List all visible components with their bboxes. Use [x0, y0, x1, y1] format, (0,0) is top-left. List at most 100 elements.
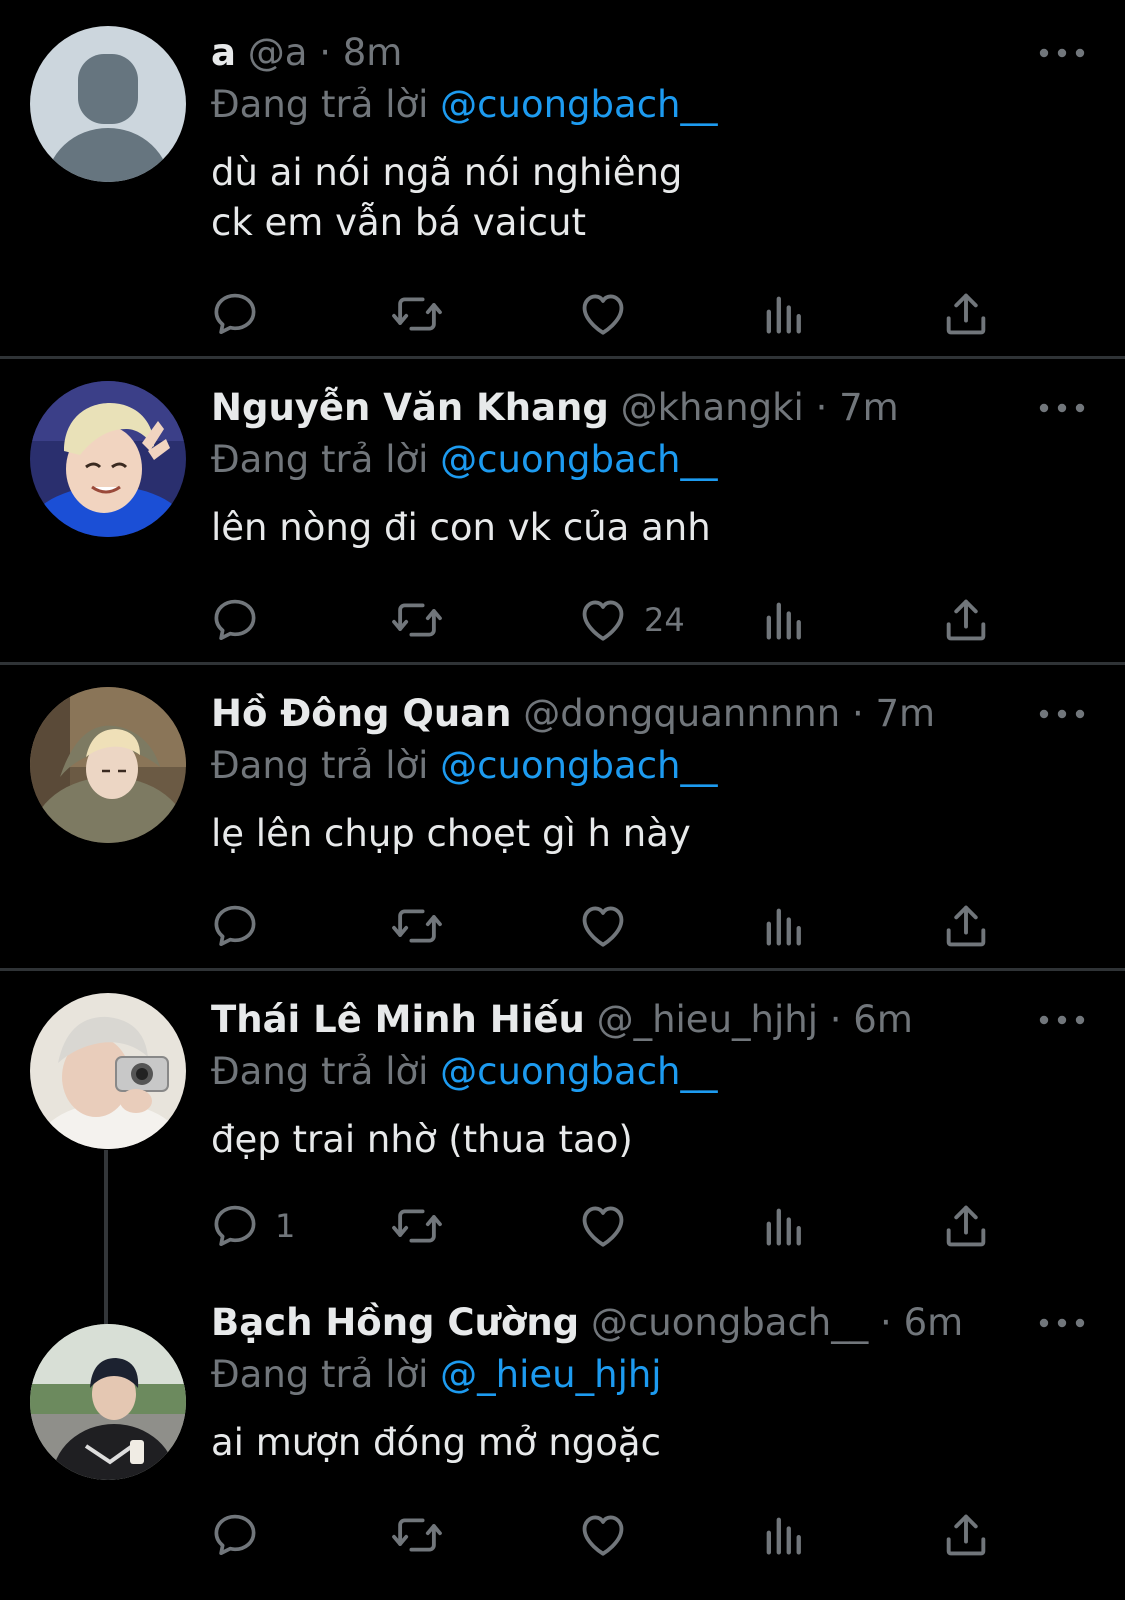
reply-button[interactable] — [209, 898, 275, 954]
display-name[interactable]: Bạch Hồng Cường — [211, 1301, 579, 1344]
retweet-button[interactable] — [390, 592, 458, 648]
tweet-header: Bạch Hồng Cường @cuongbach__ · 6m — [211, 1297, 1005, 1349]
retweet-button[interactable] — [390, 1198, 458, 1254]
like-button[interactable]: 24 — [576, 592, 685, 648]
username[interactable]: @dongquannnnn — [523, 692, 840, 735]
separator: · — [829, 998, 842, 1041]
display-name[interactable]: Thái Lê Minh Hiếu — [211, 998, 585, 1041]
reply-button[interactable] — [209, 592, 275, 648]
more-options-icon[interactable] — [1038, 704, 1086, 724]
views-button[interactable] — [758, 898, 810, 954]
avatar[interactable] — [30, 993, 186, 1149]
views-button[interactable] — [758, 286, 810, 342]
heart-icon — [576, 1508, 630, 1562]
replying-to: Đang trả lời @cuongbach__ — [211, 434, 718, 486]
separator: · — [880, 1301, 892, 1344]
retweet-icon — [390, 593, 444, 647]
timestamp[interactable]: 6m — [853, 998, 913, 1041]
more-options-icon[interactable] — [1038, 1010, 1086, 1030]
avatar[interactable] — [30, 1324, 186, 1480]
profile-photo-icon — [30, 381, 186, 537]
like-button[interactable] — [576, 1198, 644, 1254]
views-button[interactable] — [758, 592, 810, 648]
like-button[interactable] — [576, 898, 644, 954]
avatar[interactable] — [30, 381, 186, 537]
share-button[interactable] — [940, 898, 992, 954]
avatar[interactable] — [30, 687, 186, 843]
views-button[interactable] — [758, 1507, 810, 1563]
reply-count: 1 — [275, 1207, 296, 1245]
reply-icon — [209, 900, 261, 952]
tweet-actions — [0, 286, 1125, 342]
views-button[interactable] — [758, 1198, 810, 1254]
retweet-icon — [390, 287, 444, 341]
reply-icon — [209, 594, 261, 646]
more-options-icon[interactable] — [1038, 398, 1086, 418]
mention-link[interactable]: @cuongbach__ — [440, 83, 717, 126]
display-name[interactable]: Hồ Đông Quan — [211, 692, 512, 735]
tweet-actions: 24 — [0, 592, 1125, 648]
mention-link[interactable]: @cuongbach__ — [440, 744, 717, 787]
avatar[interactable] — [30, 26, 186, 182]
display-name[interactable]: a — [211, 31, 236, 74]
replying-to-label: Đang trả lời — [211, 83, 429, 126]
share-icon — [940, 1509, 992, 1561]
reply-button[interactable] — [209, 286, 275, 342]
replying-to: Đang trả lời @_hieu_hjhj — [211, 1349, 662, 1401]
tweet[interactable]: Thái Lê Minh Hiếu @_hieu_hjhj · 6m Đang … — [0, 971, 1125, 1274]
display-name[interactable]: Nguyễn Văn Khang — [211, 386, 609, 429]
tweet-header: Nguyễn Văn Khang @khangki · 7m — [211, 382, 1005, 434]
more-options-icon[interactable] — [1038, 1313, 1086, 1333]
replying-to-label: Đang trả lời — [211, 1050, 429, 1093]
replying-to: Đang trả lời @cuongbach__ — [211, 1046, 718, 1098]
retweet-button[interactable] — [390, 1507, 458, 1563]
share-button[interactable] — [940, 1507, 992, 1563]
reply-button[interactable] — [209, 1507, 275, 1563]
retweet-icon — [390, 1508, 444, 1562]
username[interactable]: @khangki — [621, 386, 804, 429]
reply-icon — [209, 288, 261, 340]
timestamp[interactable]: 8m — [343, 31, 403, 74]
share-button[interactable] — [940, 1198, 992, 1254]
timestamp[interactable]: 6m — [904, 1301, 964, 1344]
default-avatar-icon — [30, 26, 186, 182]
retweet-button[interactable] — [390, 898, 458, 954]
username[interactable]: @a — [248, 31, 308, 74]
share-icon — [940, 1200, 992, 1252]
analytics-icon — [758, 288, 810, 340]
like-button[interactable] — [576, 286, 644, 342]
analytics-icon — [758, 594, 810, 646]
reply-button[interactable]: 1 — [209, 1198, 295, 1254]
heart-icon — [576, 593, 630, 647]
tweet[interactable]: Bạch Hồng Cường @cuongbach__ · 6m Đang t… — [0, 1274, 1125, 1600]
mention-link[interactable]: @_hieu_hjhj — [440, 1353, 661, 1396]
separator: · — [851, 692, 864, 735]
mention-link[interactable]: @cuongbach__ — [440, 1050, 717, 1093]
separator: · — [815, 386, 828, 429]
tweet-text: lên nòng đi con vk của anh — [211, 506, 711, 549]
username[interactable]: @cuongbach__ — [591, 1301, 868, 1344]
tweet[interactable]: Hồ Đông Quan @dongquannnnn · 7m Đang trả… — [0, 665, 1125, 968]
heart-icon — [576, 287, 630, 341]
retweet-button[interactable] — [390, 286, 458, 342]
analytics-icon — [758, 1509, 810, 1561]
mention-link[interactable]: @cuongbach__ — [440, 438, 717, 481]
retweet-icon — [390, 1199, 444, 1253]
tweet-text: đẹp trai nhờ (thua tao) — [211, 1118, 633, 1161]
timestamp[interactable]: 7m — [839, 386, 899, 429]
tweet[interactable]: a @a · 8m Đang trả lời @cuongbach__ dù a… — [0, 0, 1125, 356]
profile-photo-icon — [30, 993, 186, 1149]
separator: · — [319, 31, 331, 74]
share-icon — [940, 288, 992, 340]
share-button[interactable] — [940, 592, 992, 648]
like-button[interactable] — [576, 1507, 644, 1563]
more-options-icon[interactable] — [1038, 43, 1086, 63]
like-count: 24 — [644, 601, 685, 639]
analytics-icon — [758, 900, 810, 952]
username[interactable]: @_hieu_hjhj — [597, 998, 818, 1041]
tweet-header: Hồ Đông Quan @dongquannnnn · 7m — [211, 688, 1005, 740]
reply-icon — [209, 1200, 261, 1252]
timestamp[interactable]: 7m — [875, 692, 935, 735]
share-button[interactable] — [940, 286, 992, 342]
tweet[interactable]: Nguyễn Văn Khang @khangki · 7m Đang trả … — [0, 359, 1125, 662]
